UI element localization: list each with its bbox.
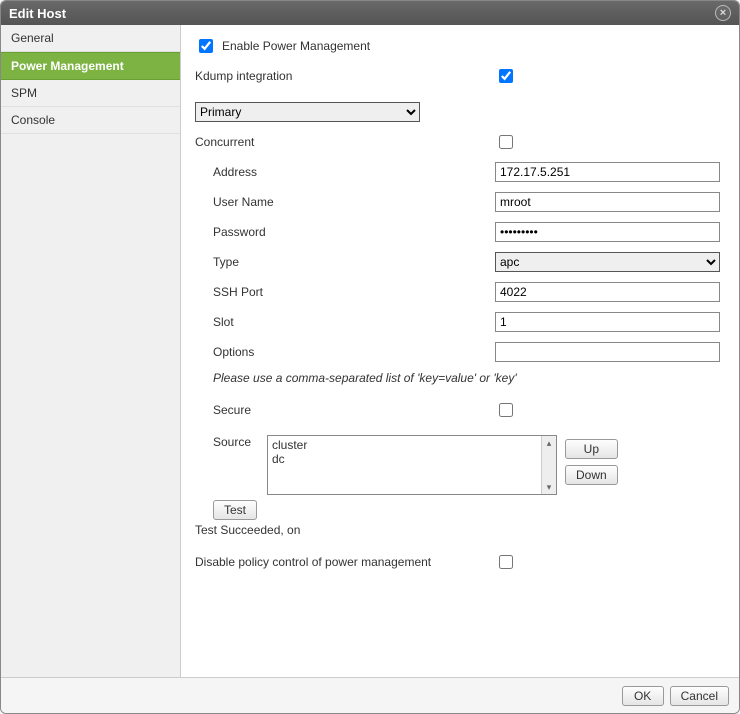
password-input[interactable] [495,222,720,242]
enable-pm-checkbox[interactable] [199,39,213,53]
disable-policy-label: Disable policy control of power manageme… [195,555,495,569]
dialog-body: General Power Management SPM Console Ena… [1,25,739,677]
titlebar: Edit Host × [1,1,739,25]
slot-label: Slot [195,315,495,329]
sidebar-item-general[interactable]: General [1,25,180,52]
test-button[interactable]: Test [213,500,257,520]
secure-label: Secure [195,403,495,417]
test-status: Test Succeeded, on [195,523,725,537]
secure-checkbox[interactable] [499,403,513,417]
address-row: Address [195,161,725,183]
kdump-label: Kdump integration [195,69,495,83]
source-row: Source cluster dc ▴ ▾ Up Down [195,435,725,495]
username-row: User Name [195,191,725,213]
options-row: Options [195,341,725,363]
enable-pm-label: Enable Power Management [222,39,370,53]
sidebar: General Power Management SPM Console [1,25,181,677]
kdump-checkbox[interactable] [499,69,513,83]
content-pane: Enable Power Management Kdump integratio… [181,25,739,677]
options-label: Options [195,345,495,359]
source-listbox[interactable]: cluster dc ▴ ▾ [267,435,557,495]
options-input[interactable] [495,342,720,362]
scroll-down-icon[interactable]: ▾ [542,480,556,494]
edit-host-dialog: Edit Host × General Power Management SPM… [0,0,740,714]
primary-row: Primary [195,101,725,123]
cancel-button[interactable]: Cancel [670,686,729,706]
sidebar-item-spm[interactable]: SPM [1,80,180,107]
source-scrollbar[interactable]: ▴ ▾ [541,436,556,494]
type-row: Type apc [195,251,725,273]
source-item-dc[interactable]: dc [272,452,552,466]
slot-input[interactable] [495,312,720,332]
secure-row: Secure [195,399,725,421]
concurrent-row: Concurrent [195,131,725,153]
ok-button[interactable]: OK [622,686,664,706]
primary-select[interactable]: Primary [195,102,420,122]
username-label: User Name [195,195,495,209]
type-label: Type [195,255,495,269]
address-label: Address [195,165,495,179]
type-select[interactable]: apc [495,252,720,272]
dialog-title: Edit Host [9,6,715,21]
password-label: Password [195,225,495,239]
sidebar-item-power-management[interactable]: Power Management [1,52,180,80]
source-item-cluster[interactable]: cluster [272,438,552,452]
address-input[interactable] [495,162,720,182]
sshport-row: SSH Port [195,281,725,303]
source-label: Source [195,435,267,449]
password-row: Password [195,221,725,243]
close-icon[interactable]: × [715,5,731,21]
disable-policy-checkbox[interactable] [499,555,513,569]
kdump-row: Kdump integration [195,65,725,87]
sshport-input[interactable] [495,282,720,302]
sshport-label: SSH Port [195,285,495,299]
test-row: Test [213,503,725,517]
up-button[interactable]: Up [565,439,618,459]
concurrent-checkbox[interactable] [499,135,513,149]
disable-policy-row: Disable policy control of power manageme… [195,551,725,573]
concurrent-label: Concurrent [195,135,495,149]
username-input[interactable] [495,192,720,212]
sidebar-item-console[interactable]: Console [1,107,180,134]
enable-pm-row: Enable Power Management [195,35,725,57]
scroll-up-icon[interactable]: ▴ [542,436,556,450]
down-button[interactable]: Down [565,465,618,485]
dialog-footer: OK Cancel [1,677,739,713]
options-hint: Please use a comma-separated list of 'ke… [213,371,725,385]
slot-row: Slot [195,311,725,333]
